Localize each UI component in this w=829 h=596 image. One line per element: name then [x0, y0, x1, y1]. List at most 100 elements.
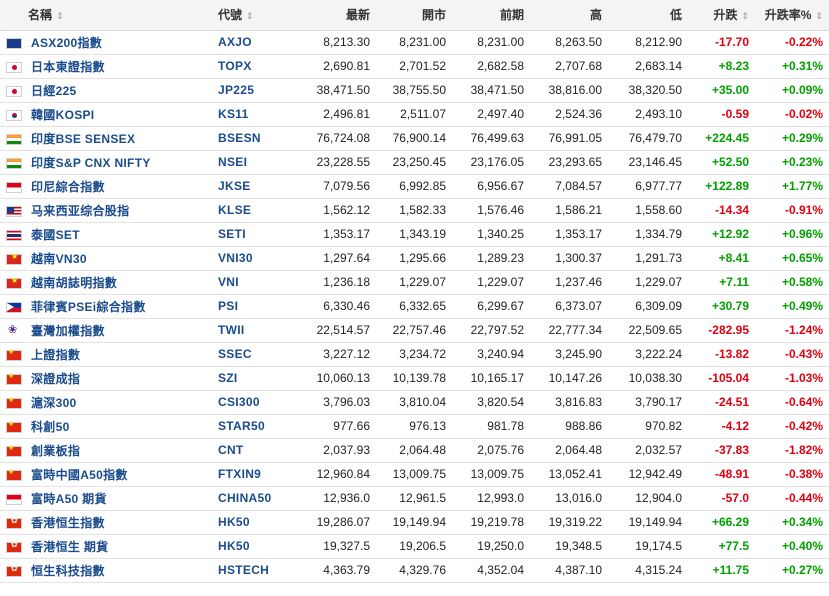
index-code-link[interactable]: JP225 [218, 83, 254, 97]
change-value: +35.00 [711, 83, 749, 97]
table-row[interactable]: 韓國KOSPI KS11 2,496.81 2,511.07 2,497.40 2,524… [0, 102, 829, 126]
index-name-link[interactable]: 印度S&P CNX NIFTY [31, 156, 151, 170]
index-code-link[interactable]: CHINA50 [218, 491, 271, 505]
index-code-link[interactable]: HSTECH [218, 563, 269, 577]
index-name-link[interactable]: 富時中國A50指數 [31, 468, 128, 482]
index-code-link[interactable]: HK50 [218, 539, 250, 553]
index-code-link[interactable]: PSI [218, 299, 238, 313]
index-name-link[interactable]: 马来西亚综合股指 [31, 204, 129, 218]
index-code-link[interactable]: HK50 [218, 515, 250, 529]
col-header-code[interactable]: 代號 ⇕ [212, 0, 290, 30]
table-row[interactable]: 富時中國A50指數 FTXIN9 12,960.84 13,009.75 13,009.… [0, 462, 829, 486]
index-code-link[interactable]: VNI [218, 275, 239, 289]
index-name-link[interactable]: 日經225 [31, 84, 77, 98]
index-name-link[interactable]: 科創50 [31, 420, 70, 434]
col-header-change[interactable]: 升跌 ⇕ [688, 0, 755, 30]
table-row[interactable]: 臺灣加權指數 TWII 22,514.57 22,757.46 22,797.52 22,… [0, 318, 829, 342]
index-name-link[interactable]: 恒生科技指數 [31, 564, 105, 578]
kr-flag-icon [6, 109, 22, 121]
index-name-link[interactable]: 印尼綜合指數 [31, 180, 105, 194]
table-row[interactable]: 日本東證指數 TOPX 2,690.81 2,701.52 2,682.58 2,707.… [0, 54, 829, 78]
index-code-link[interactable]: SSEC [218, 347, 252, 361]
index-code-link[interactable]: STAR50 [218, 419, 265, 433]
index-code-link[interactable]: TOPX [218, 59, 252, 73]
index-code-link[interactable]: CNT [218, 443, 244, 457]
index-code-link[interactable]: TWII [218, 323, 245, 337]
table-row[interactable]: 深證成指 SZI 10,060.13 10,139.78 10,165.17 10,147… [0, 366, 829, 390]
col-header-prev[interactable]: 前期 [452, 0, 530, 30]
prev-value: 2,497.40 [477, 107, 524, 121]
index-name-link[interactable]: 泰國SET [31, 228, 80, 242]
index-name-link[interactable]: 菲律賓PSEi綜合指數 [31, 300, 146, 314]
table-row[interactable]: 菲律賓PSEi綜合指數 PSI 6,330.46 6,332.65 6,299.67 6,… [0, 294, 829, 318]
index-name-link[interactable]: 深證成指 [31, 372, 80, 386]
index-name-link[interactable]: 香港恒生指數 [31, 516, 105, 530]
table-row[interactable]: 泰國SET SETI 1,353.17 1,343.19 1,340.25 1,353.1… [0, 222, 829, 246]
change-pct-value: -1.24% [784, 323, 823, 337]
table-row[interactable]: 香港恒生指數 HK50 19,286.07 19,149.94 19,219.78 19,… [0, 510, 829, 534]
index-name-link[interactable]: 滬深300 [31, 396, 77, 410]
change-value: -282.95 [708, 323, 749, 337]
table-row[interactable]: 富時A50 期貨 CHINA50 12,936.0 12,961.5 12,993.0 1… [0, 486, 829, 510]
sort-icon[interactable]: ⇕ [246, 11, 254, 21]
col-header-high[interactable]: 高 [530, 0, 608, 30]
index-code-link[interactable]: JKSE [218, 179, 251, 193]
index-name-link[interactable]: 日本東證指數 [31, 60, 105, 74]
table-body: ASX200指數 AXJO 8,213.30 8,231.00 8,231.00 8,26… [0, 30, 829, 582]
col-header-name[interactable]: 名稱 ⇕ [0, 0, 212, 30]
table-row[interactable]: 滬深300 CSI300 3,796.03 3,810.04 3,820.54 3,816… [0, 390, 829, 414]
table-row[interactable]: 印度BSE SENSEX BSESN 76,724.08 76,900.14 76,49… [0, 126, 829, 150]
sort-icon[interactable]: ⇕ [741, 11, 749, 21]
index-code-link[interactable]: BSESN [218, 131, 261, 145]
table-row[interactable]: 印尼綜合指數 JKSE 7,079.56 6,992.85 6,956.67 7,084.… [0, 174, 829, 198]
index-code-link[interactable]: VNI30 [218, 251, 253, 265]
index-name-link[interactable]: 臺灣加權指數 [31, 324, 105, 338]
index-code-link[interactable]: KLSE [218, 203, 251, 217]
table-row[interactable]: 上證指數 SSEC 3,227.12 3,234.72 3,240.94 3,245.90… [0, 342, 829, 366]
table-row[interactable]: 马来西亚综合股指 KLSE 1,562.12 1,582.33 1,576.46 1,58… [0, 198, 829, 222]
index-code-link[interactable]: KS11 [218, 107, 249, 121]
table-row[interactable]: 香港恒生 期貨 HK50 19,327.5 19,206.5 19,250.0 19,34… [0, 534, 829, 558]
cn-flag-icon [6, 348, 22, 361]
table-row[interactable]: 日經225 JP225 38,471.50 38,755.50 38,471.50 38,… [0, 78, 829, 102]
index-code-link[interactable]: SZI [218, 371, 238, 385]
change-pct-value: -1.03% [784, 371, 823, 385]
index-code-link[interactable]: FTXIN9 [218, 467, 261, 481]
index-name-link[interactable]: ASX200指數 [31, 36, 102, 50]
index-name-link[interactable]: 富時A50 期貨 [31, 492, 107, 506]
low-value: 19,149.94 [628, 515, 682, 529]
col-header-low[interactable]: 低 [608, 0, 688, 30]
table-row[interactable]: 創業板指 CNT 2,037.93 2,064.48 2,075.76 2,064.48 2… [0, 438, 829, 462]
table-row[interactable]: 越南VN30 VNI30 1,297.64 1,295.66 1,289.23 1,300… [0, 246, 829, 270]
index-name-link[interactable]: 創業板指 [31, 444, 80, 458]
index-name-cell: 上證指數 [0, 342, 212, 366]
index-code-link[interactable]: NSEI [218, 155, 247, 169]
index-name-link[interactable]: 越南VN30 [31, 252, 87, 266]
low-value: 76,479.70 [628, 131, 682, 145]
open-value: 4,329.76 [399, 563, 446, 577]
hk-flag-icon [6, 540, 22, 553]
table-row[interactable]: 恒生科技指數 HSTECH 4,363.79 4,329.76 4,352.04 4,38… [0, 558, 829, 582]
high-value: 988.86 [565, 419, 602, 433]
index-name-link[interactable]: 上證指數 [31, 348, 80, 362]
index-name-link[interactable]: 印度BSE SENSEX [31, 132, 135, 146]
col-header-open[interactable]: 開市 [376, 0, 452, 30]
table-row[interactable]: ASX200指數 AXJO 8,213.30 8,231.00 8,231.00 8,26… [0, 30, 829, 54]
change-pct-value: +0.40% [781, 539, 823, 553]
last-value: 12,960.84 [316, 467, 370, 481]
index-code-link[interactable]: SETI [218, 227, 246, 241]
table-row[interactable]: 越南胡誌明指數 VNI 1,236.18 1,229.07 1,229.07 1,237.… [0, 270, 829, 294]
col-header-change-pct[interactable]: 升跌率% ⇕ [755, 0, 829, 30]
index-name-link[interactable]: 香港恒生 期貨 [31, 540, 108, 554]
prev-value: 3,820.54 [477, 395, 524, 409]
table-row[interactable]: 印度S&P CNX NIFTY NSEI 23,228.55 23,250.45 23,… [0, 150, 829, 174]
sort-icon[interactable]: ⇕ [815, 11, 823, 21]
index-name-link[interactable]: 韓國KOSPI [31, 108, 94, 122]
table-row[interactable]: 科創50 STAR50 977.66 976.13 981.78 988.86 970.82… [0, 414, 829, 438]
index-code-link[interactable]: CSI300 [218, 395, 260, 409]
col-header-last[interactable]: 最新 [290, 0, 376, 30]
index-name-link[interactable]: 越南胡誌明指數 [31, 276, 117, 290]
sort-icon[interactable]: ⇕ [56, 11, 64, 21]
index-code-link[interactable]: AXJO [218, 35, 252, 49]
cn-flag-icon [6, 372, 22, 385]
